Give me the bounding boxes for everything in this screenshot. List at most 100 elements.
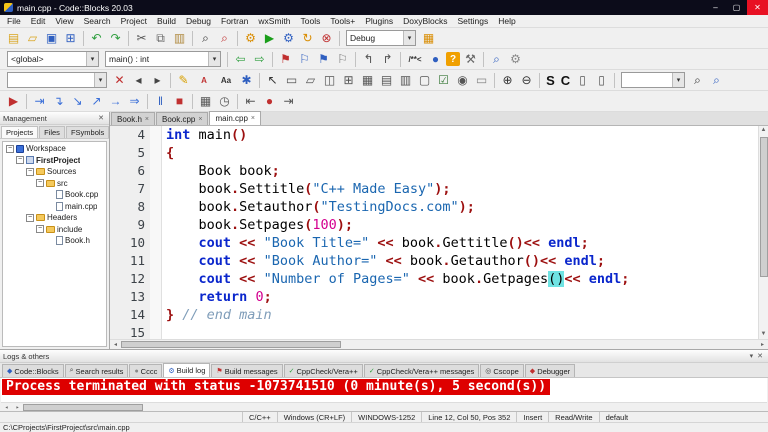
step-out-icon[interactable]: ↗ [88, 93, 105, 110]
chevron-down-icon[interactable]: ▾ [403, 31, 415, 45]
paste-icon[interactable]: ▥ [171, 30, 188, 47]
tab-build-log[interactable]: ⚙ Build log [163, 363, 211, 377]
tab-search-results[interactable]: ⌕ Search results [64, 364, 129, 377]
highlight-pen-icon[interactable]: ✎ [175, 72, 192, 89]
find-in-files-icon[interactable]: ⌕ [488, 51, 505, 68]
run-icon[interactable]: ▶ [261, 30, 278, 47]
sizer-widget-icon[interactable]: ▦ [359, 72, 376, 89]
toggle-bookmark-icon[interactable]: ⚑ [277, 51, 294, 68]
splitter-widget-icon[interactable]: ◫ [321, 72, 338, 89]
selection-star-icon[interactable]: ✱ [238, 72, 255, 89]
next-line-icon[interactable]: ↴ [50, 93, 67, 110]
editor-vscrollbar[interactable]: ▲ ▼ [758, 126, 768, 339]
zoom-in-icon[interactable]: ⊕ [499, 72, 516, 89]
close-button[interactable]: ✕ [747, 0, 768, 15]
undo-icon[interactable]: ↶ [88, 30, 105, 47]
open-file-icon[interactable]: ▱ [24, 30, 41, 47]
tree-item-include[interactable]: − include [3, 224, 106, 236]
tab-cppcheck-vera[interactable]: ✓ CppCheck/Vera++ [283, 364, 363, 377]
box-tool-2-icon[interactable]: ▯ [593, 72, 610, 89]
tree-item-src[interactable]: − src [3, 178, 106, 190]
log-hscrollbar[interactable]: ◂ ▸ [1, 402, 767, 411]
expander-icon[interactable]: − [26, 167, 34, 176]
letter-c-tool-icon[interactable]: C [559, 72, 572, 89]
incsearch-clear-icon[interactable]: ✕ [111, 72, 128, 89]
debugging-windows-icon[interactable]: ▦ [197, 93, 214, 110]
environment-options-icon[interactable]: ⚙ [507, 51, 524, 68]
tree-item-book-h[interactable]: Book.h [3, 235, 106, 247]
menu-wxsmith[interactable]: wxSmith [253, 16, 295, 26]
doxy-settings-icon[interactable]: ⚒ [462, 51, 479, 68]
editor-hscrollbar[interactable]: ◂ ▸ [110, 339, 768, 349]
tab-build-messages[interactable]: ⚑ Build messages [211, 364, 283, 377]
tree-item-firstproject[interactable]: − FirstProject [3, 155, 106, 167]
goto-implementation-icon[interactable]: ↱ [379, 51, 396, 68]
current-position-icon[interactable]: ● [261, 93, 278, 110]
run-to-cursor-icon[interactable]: ⇥ [31, 93, 48, 110]
tab-projects[interactable]: Projects [1, 126, 39, 138]
doxy-run-icon[interactable]: ● [427, 51, 444, 68]
debugger-continue-icon[interactable]: ▶ [5, 93, 22, 110]
radio-widget-icon[interactable]: ◉ [454, 72, 471, 89]
menu-settings[interactable]: Settings [453, 16, 494, 26]
save-icon[interactable]: ▣ [43, 30, 60, 47]
save-all-icon[interactable]: ⊞ [62, 30, 79, 47]
close-icon[interactable]: ✕ [755, 352, 765, 360]
menu-build[interactable]: Build [152, 16, 181, 26]
menu-view[interactable]: View [50, 16, 78, 26]
incsearch-next-icon[interactable]: ▸ [149, 72, 166, 89]
incsearch-prev-icon[interactable]: ◂ [130, 72, 147, 89]
hscroll-thumb[interactable] [23, 403, 143, 411]
tab-files[interactable]: Files [39, 126, 65, 138]
goto-first-icon[interactable]: ⇤ [242, 93, 259, 110]
chevron-down-icon[interactable]: ▾ [748, 352, 756, 360]
menu-fortran[interactable]: Fortran [216, 16, 253, 26]
zoom-out-icon[interactable]: ⊖ [518, 72, 535, 89]
tab-debugger[interactable]: ◆ Debugger [524, 364, 576, 377]
tab-cppcheck-vera-messages[interactable]: ✓ CppCheck/Vera++ messages [363, 364, 480, 377]
chevron-down-icon[interactable]: ▾ [672, 73, 684, 87]
tab-code-blocks[interactable]: ◆ Code::Blocks [2, 364, 64, 377]
scroll-right-icon[interactable]: ▸ [757, 341, 768, 348]
chevron-down-icon[interactable]: ▾ [94, 73, 106, 87]
close-icon[interactable]: ✕ [96, 114, 106, 122]
box-tool-icon[interactable]: ▯ [574, 72, 591, 89]
incsearch-combo[interactable]: ▾ [7, 72, 107, 88]
pointer-tool-icon[interactable]: ↖ [264, 72, 281, 89]
checkbox-widget-icon[interactable]: ☑ [435, 72, 452, 89]
scroll-left-icon[interactable]: ◂ [110, 341, 121, 348]
menu-doxyblocks[interactable]: DoxyBlocks [398, 16, 452, 26]
tab-fsymbols[interactable]: FSymbols [65, 126, 109, 138]
vscroll-thumb[interactable] [759, 137, 768, 277]
expander-icon[interactable]: − [6, 144, 14, 153]
tree-item-workspace[interactable]: − Workspace [3, 143, 106, 155]
button-widget-icon[interactable]: ▢ [416, 72, 433, 89]
prev-bookmark-icon[interactable]: ⚐ [296, 51, 313, 68]
tree-item-sources[interactable]: − Sources [3, 166, 106, 178]
tree-item-headers[interactable]: − Headers [3, 212, 106, 224]
tab-book-cpp[interactable]: Book.cpp × [156, 112, 209, 125]
expander-icon[interactable]: − [36, 225, 44, 234]
scope-combo[interactable]: <global> ▾ [7, 51, 99, 67]
menu-debug[interactable]: Debug [181, 16, 216, 26]
menu-file[interactable]: File [2, 16, 26, 26]
tree-item-book-cpp[interactable]: Book.cpp [3, 189, 106, 201]
step-into-instruction-icon[interactable]: ⇒ [126, 93, 143, 110]
build-and-run-icon[interactable]: ⚙ [280, 30, 297, 47]
expander-icon[interactable]: − [26, 213, 34, 222]
letter-s-tool-icon[interactable]: S [544, 72, 557, 89]
clear-bookmarks-icon[interactable]: ⚐ [334, 51, 351, 68]
doxy-help-icon[interactable]: ? [446, 52, 460, 66]
close-icon[interactable]: × [251, 115, 255, 122]
listbox-widget-icon[interactable]: ▥ [397, 72, 414, 89]
menu-project[interactable]: Project [116, 16, 152, 26]
expander-icon[interactable]: − [36, 179, 44, 188]
search-combo[interactable]: ▾ [621, 72, 685, 88]
menu-tools[interactable]: Tools+ [325, 16, 360, 26]
abort-icon[interactable]: ⊗ [318, 30, 335, 47]
tab-cccc[interactable]: ● Cccc [129, 364, 163, 377]
rebuild-icon[interactable]: ↻ [299, 30, 316, 47]
goto-forward-icon[interactable]: ⇨ [251, 51, 268, 68]
panel-widget-icon[interactable]: ▱ [302, 72, 319, 89]
cut-icon[interactable]: ✂ [133, 30, 150, 47]
